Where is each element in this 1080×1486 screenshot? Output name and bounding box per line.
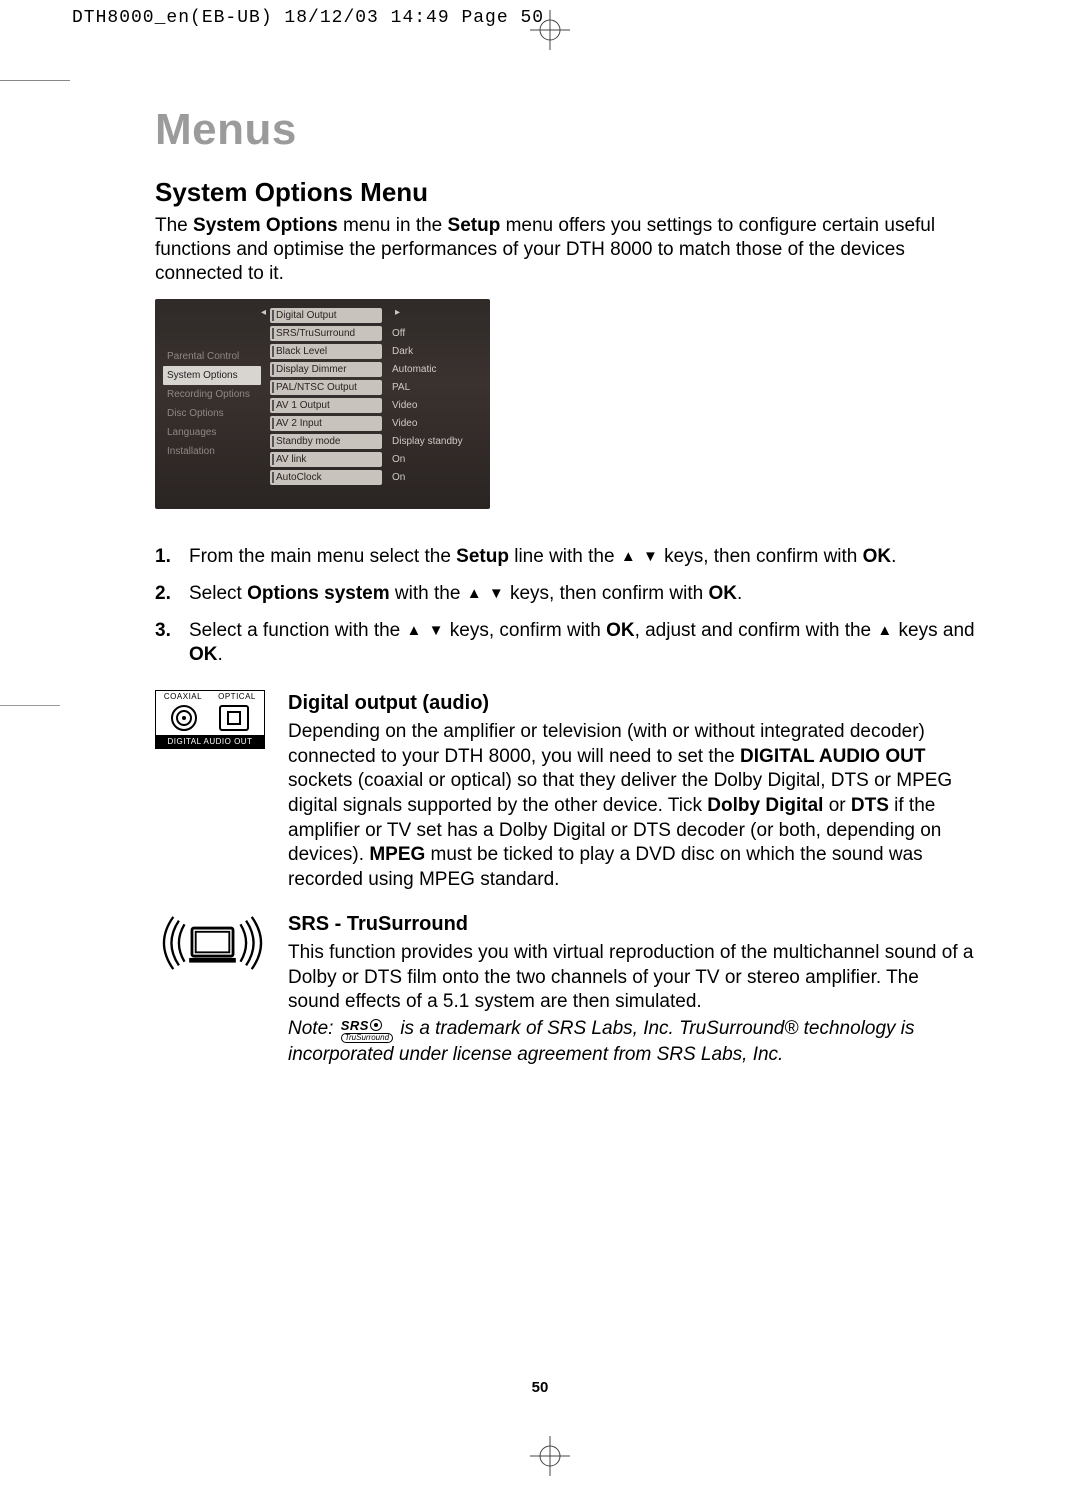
screenshot-row: Standby modeDisplay standby bbox=[270, 434, 484, 449]
srs-note: Note: SRS TruSurround is a trademark of … bbox=[288, 1015, 975, 1068]
coaxial-jack-icon bbox=[171, 705, 197, 731]
screenshot-row: Digital Output bbox=[270, 308, 484, 323]
screenshot-row: AV 2 InputVideo bbox=[270, 416, 484, 431]
registration-mark-top-icon bbox=[530, 10, 570, 50]
steps-list: 1. From the main menu select the Setup l… bbox=[155, 545, 975, 668]
screenshot-sidebar-item-selected: System Options bbox=[163, 366, 261, 385]
screenshot-row: AutoClockOn bbox=[270, 470, 484, 485]
optical-label: OPTICAL bbox=[210, 691, 264, 702]
screenshot-sidebar-item: Languages bbox=[163, 423, 261, 442]
screenshot-row: Display DimmerAutomatic bbox=[270, 362, 484, 377]
up-arrow-icon: ▲ bbox=[876, 622, 893, 639]
digital-audio-out-icon: COAXIAL OPTICAL DIGITAL AUDIO OUT bbox=[155, 690, 270, 749]
feature-digital-output: COAXIAL OPTICAL DIGITAL AUDIO OUT Digita… bbox=[155, 690, 975, 893]
srs-heading: SRS - TruSurround bbox=[288, 911, 975, 937]
registration-mark-bottom-icon bbox=[530, 1436, 570, 1476]
srs-logo-icon: SRS TruSurround bbox=[339, 1015, 395, 1043]
screenshot-row: PAL/NTSC OutputPAL bbox=[270, 380, 484, 395]
optical-jack-icon bbox=[219, 705, 249, 731]
crop-mark-icon bbox=[0, 80, 70, 81]
intro-paragraph: The System Options menu in the Setup men… bbox=[155, 214, 975, 285]
srs-text: This function provides you with virtual … bbox=[288, 941, 975, 1015]
left-arrow-icon: ◂ bbox=[261, 307, 266, 318]
step-3: 3. Select a function with the ▲ ▼ keys, … bbox=[155, 619, 975, 668]
crop-mark-icon bbox=[0, 705, 60, 706]
screenshot-row: SRS/TruSurroundOff bbox=[270, 326, 484, 341]
screenshot-row: AV linkOn bbox=[270, 452, 484, 467]
page-title: Menus bbox=[155, 105, 975, 155]
screenshot-sidebar-item: Recording Options bbox=[163, 385, 261, 404]
content-area: Menus System Options Menu The System Opt… bbox=[155, 105, 975, 1086]
up-arrow-icon: ▲ bbox=[466, 585, 483, 602]
coaxial-label: COAXIAL bbox=[156, 691, 210, 702]
step-2: 2. Select Options system with the ▲ ▼ ke… bbox=[155, 582, 975, 607]
screenshot-options: Digital Output SRS/TruSurroundOff Black … bbox=[270, 305, 484, 488]
up-arrow-icon: ▲ bbox=[406, 622, 423, 639]
digital-audio-out-label: DIGITAL AUDIO OUT bbox=[156, 735, 264, 748]
section-heading: System Options Menu bbox=[155, 177, 975, 208]
down-arrow-icon: ▼ bbox=[428, 622, 445, 639]
screenshot-sidebar-item: Disc Options bbox=[163, 404, 261, 423]
digital-output-heading: Digital output (audio) bbox=[288, 690, 975, 716]
up-arrow-icon: ▲ bbox=[620, 548, 637, 565]
feature-srs: SRS - TruSurround This function provides… bbox=[155, 911, 975, 1068]
screenshot-sidebar-item: Parental Control bbox=[163, 347, 261, 366]
down-arrow-icon: ▼ bbox=[488, 585, 505, 602]
screenshot-sidebar: Parental Control System Options Recordin… bbox=[163, 347, 261, 461]
down-arrow-icon: ▼ bbox=[642, 548, 659, 565]
srs-speaker-icon bbox=[155, 911, 270, 976]
digital-output-text: Depending on the amplifier or television… bbox=[288, 720, 975, 893]
page: DTH8000_en(EB-UB) 18/12/03 14:49 Page 50… bbox=[0, 0, 1080, 1486]
page-number: 50 bbox=[0, 1379, 1080, 1396]
menu-screenshot: ◂ ▸ Parental Control System Options Reco… bbox=[155, 299, 490, 509]
screenshot-row: AV 1 OutputVideo bbox=[270, 398, 484, 413]
screenshot-sidebar-item: Installation bbox=[163, 442, 261, 461]
screenshot-row: Black LevelDark bbox=[270, 344, 484, 359]
step-1: 1. From the main menu select the Setup l… bbox=[155, 545, 975, 570]
